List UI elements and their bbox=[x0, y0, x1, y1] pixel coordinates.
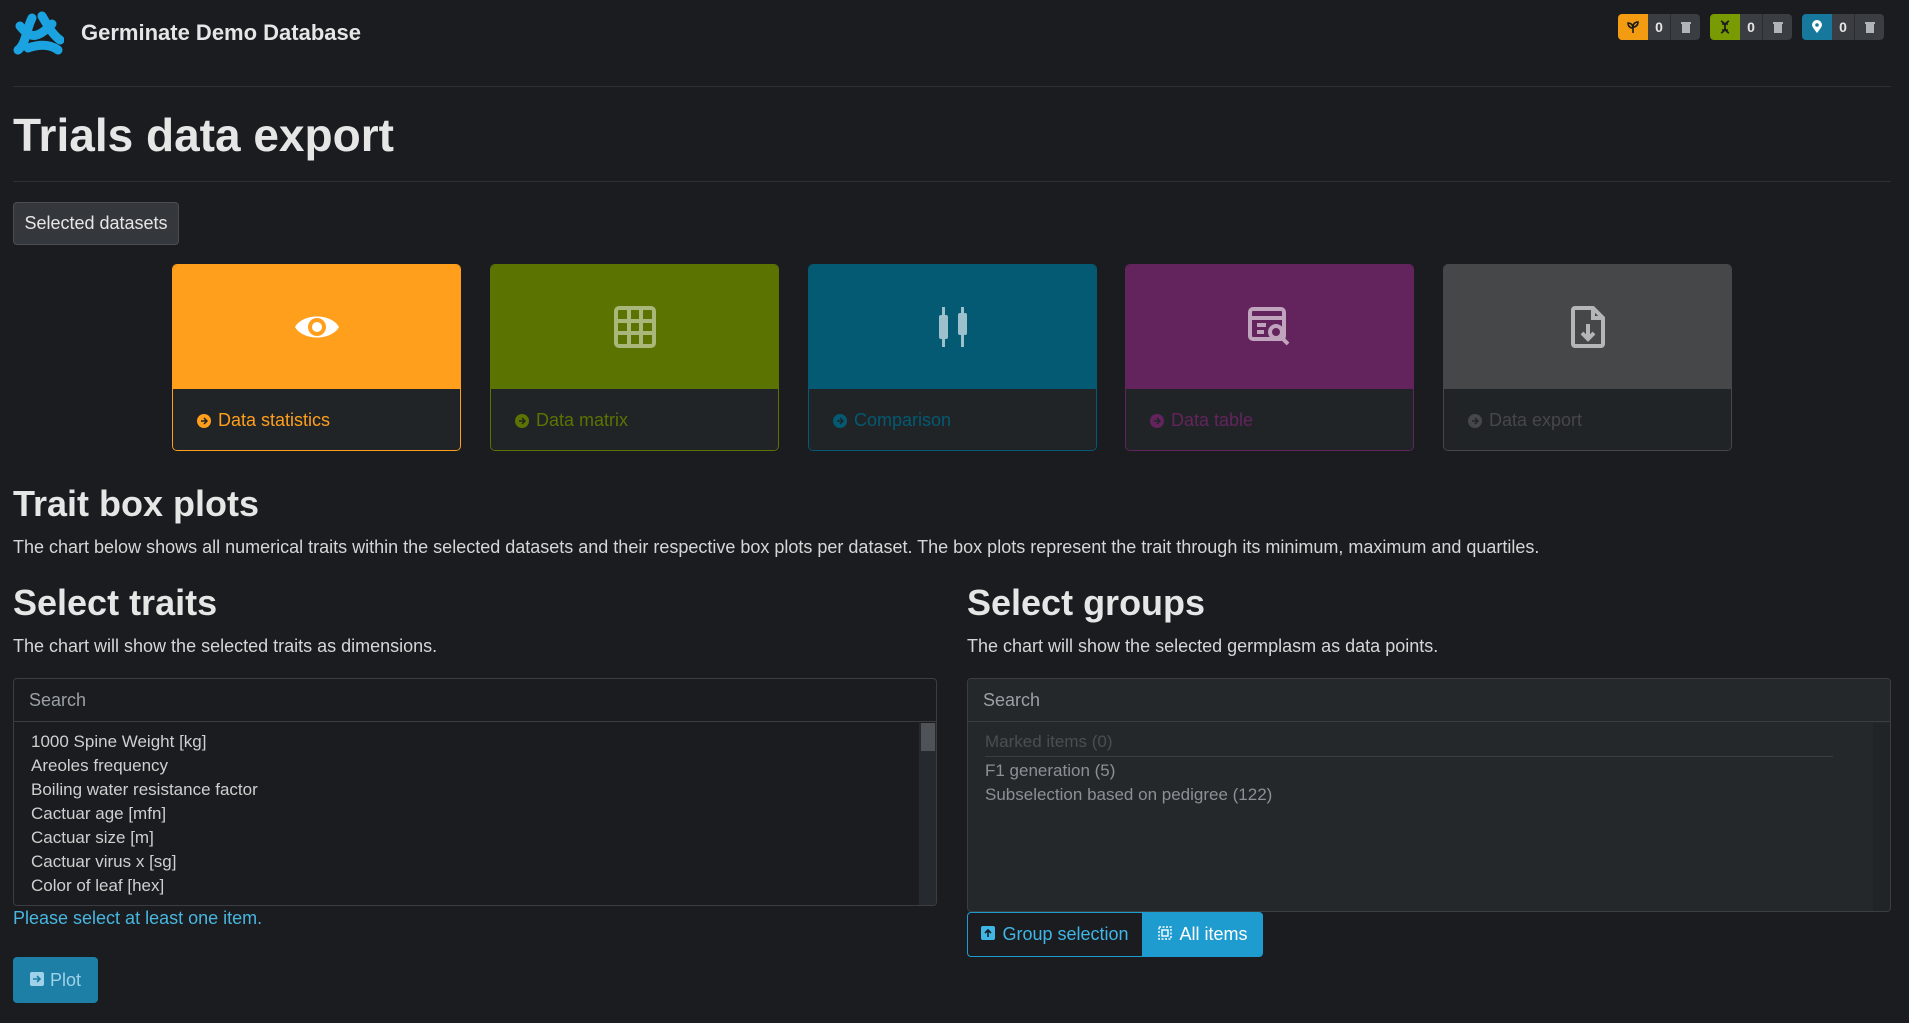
markers-count: 0 bbox=[1740, 14, 1762, 40]
card-label: Data table bbox=[1171, 410, 1254, 430]
arrow-circle-icon bbox=[197, 413, 211, 428]
groups-options: Marked items (0) F1 generation (5) Subse… bbox=[968, 722, 1850, 815]
select-groups-heading: Select groups bbox=[967, 582, 1206, 623]
boxplots-heading: Trait box plots bbox=[13, 483, 260, 524]
card-label: Data statistics bbox=[218, 410, 331, 430]
marked-items-badges: 0 0 0 bbox=[1618, 14, 1884, 40]
select-traits-description: The chart will show the selected traits … bbox=[13, 636, 438, 656]
list-item[interactable]: Boiling water resistance factor bbox=[31, 778, 919, 802]
card-data-matrix[interactable]: Data matrix bbox=[490, 264, 779, 451]
list-item[interactable]: F1 generation (5) bbox=[985, 759, 1833, 783]
compare-icon bbox=[809, 265, 1096, 389]
group-selection-button[interactable]: Group selection bbox=[967, 912, 1143, 957]
card-label: Comparison bbox=[854, 410, 952, 430]
germinate-logo-icon[interactable] bbox=[12, 10, 65, 56]
traits-search-input[interactable]: Search bbox=[14, 679, 936, 722]
boxplots-description: The chart below shows all numerical trai… bbox=[13, 537, 1540, 557]
locations-count: 0 bbox=[1832, 14, 1854, 40]
divider bbox=[13, 86, 1891, 87]
locations-badge[interactable]: 0 bbox=[1802, 14, 1884, 40]
groups-search-input[interactable]: Search bbox=[968, 679, 1890, 722]
table-search-icon bbox=[1126, 265, 1413, 389]
scrollbar-thumb[interactable] bbox=[921, 723, 935, 751]
list-item-marked: Marked items (0) bbox=[985, 730, 1833, 757]
markers-badge[interactable]: 0 bbox=[1710, 14, 1792, 40]
groups-list[interactable]: Search Marked items (0) F1 generation (5… bbox=[967, 678, 1891, 912]
map-marker-icon bbox=[1802, 14, 1832, 40]
top-navbar: Germinate Demo Database 0 0 0 bbox=[0, 0, 1909, 68]
group-mode-toggle: Group selection All items bbox=[967, 912, 1263, 957]
list-item[interactable]: Cactuar size [m] bbox=[31, 826, 919, 850]
list-item[interactable]: Color of leaf [hex] bbox=[31, 874, 919, 898]
list-item[interactable]: Cactuar age [mfn] bbox=[31, 802, 919, 826]
arrow-circle-icon bbox=[1150, 413, 1164, 428]
list-item[interactable]: Areoles frequency bbox=[31, 754, 919, 778]
dna-icon bbox=[1710, 14, 1740, 40]
arrow-circle-icon bbox=[515, 413, 529, 428]
eye-icon bbox=[173, 265, 460, 389]
scrollbar[interactable] bbox=[1873, 723, 1890, 911]
upload-icon bbox=[981, 924, 996, 945]
germplasm-icon bbox=[1618, 14, 1648, 40]
list-item[interactable]: Cactuar virus x [sg] bbox=[31, 850, 919, 874]
select-groups-description: The chart will show the selected germpla… bbox=[967, 636, 1439, 656]
divider bbox=[13, 181, 1891, 182]
trash-icon[interactable] bbox=[1854, 14, 1884, 40]
select-all-icon bbox=[1158, 924, 1173, 945]
list-item[interactable]: 1000 Spine Weight [kg] bbox=[31, 730, 919, 754]
all-items-button[interactable]: All items bbox=[1143, 912, 1263, 957]
file-download-icon bbox=[1444, 265, 1731, 389]
germplasm-count: 0 bbox=[1648, 14, 1670, 40]
all-items-label: All items bbox=[1179, 924, 1248, 944]
app-name[interactable]: Germinate Demo Database bbox=[81, 20, 361, 46]
validation-message: Please select at least one item. bbox=[13, 908, 263, 928]
chart-icon bbox=[29, 970, 44, 991]
group-selection-label: Group selection bbox=[1002, 924, 1129, 944]
grid-icon bbox=[491, 265, 778, 389]
trash-icon[interactable] bbox=[1762, 14, 1792, 40]
plot-button[interactable]: Plot bbox=[13, 957, 98, 1003]
scrollbar[interactable] bbox=[919, 723, 936, 905]
card-data-statistics[interactable]: Data statistics bbox=[172, 264, 461, 451]
germplasm-badge[interactable]: 0 bbox=[1618, 14, 1700, 40]
select-traits-heading: Select traits bbox=[13, 582, 218, 623]
page-title: Trials data export bbox=[13, 109, 394, 161]
card-label: Data export bbox=[1489, 410, 1583, 430]
card-label: Data matrix bbox=[536, 410, 629, 430]
plot-label: Plot bbox=[49, 969, 82, 990]
card-data-export[interactable]: Data export bbox=[1443, 264, 1732, 451]
traits-options: 1000 Spine Weight [kg] Areoles frequency… bbox=[14, 722, 936, 905]
traits-list[interactable]: Search 1000 Spine Weight [kg] Areoles fr… bbox=[13, 678, 937, 906]
trash-icon[interactable] bbox=[1670, 14, 1700, 40]
arrow-circle-icon bbox=[1468, 413, 1482, 428]
list-item[interactable]: Subselection based on pedigree (122) bbox=[985, 783, 1833, 807]
card-comparison[interactable]: Comparison bbox=[808, 264, 1097, 451]
arrow-circle-icon bbox=[833, 413, 847, 428]
selected-datasets-button[interactable]: Selected datasets bbox=[13, 202, 179, 245]
card-data-table[interactable]: Data table bbox=[1125, 264, 1414, 451]
